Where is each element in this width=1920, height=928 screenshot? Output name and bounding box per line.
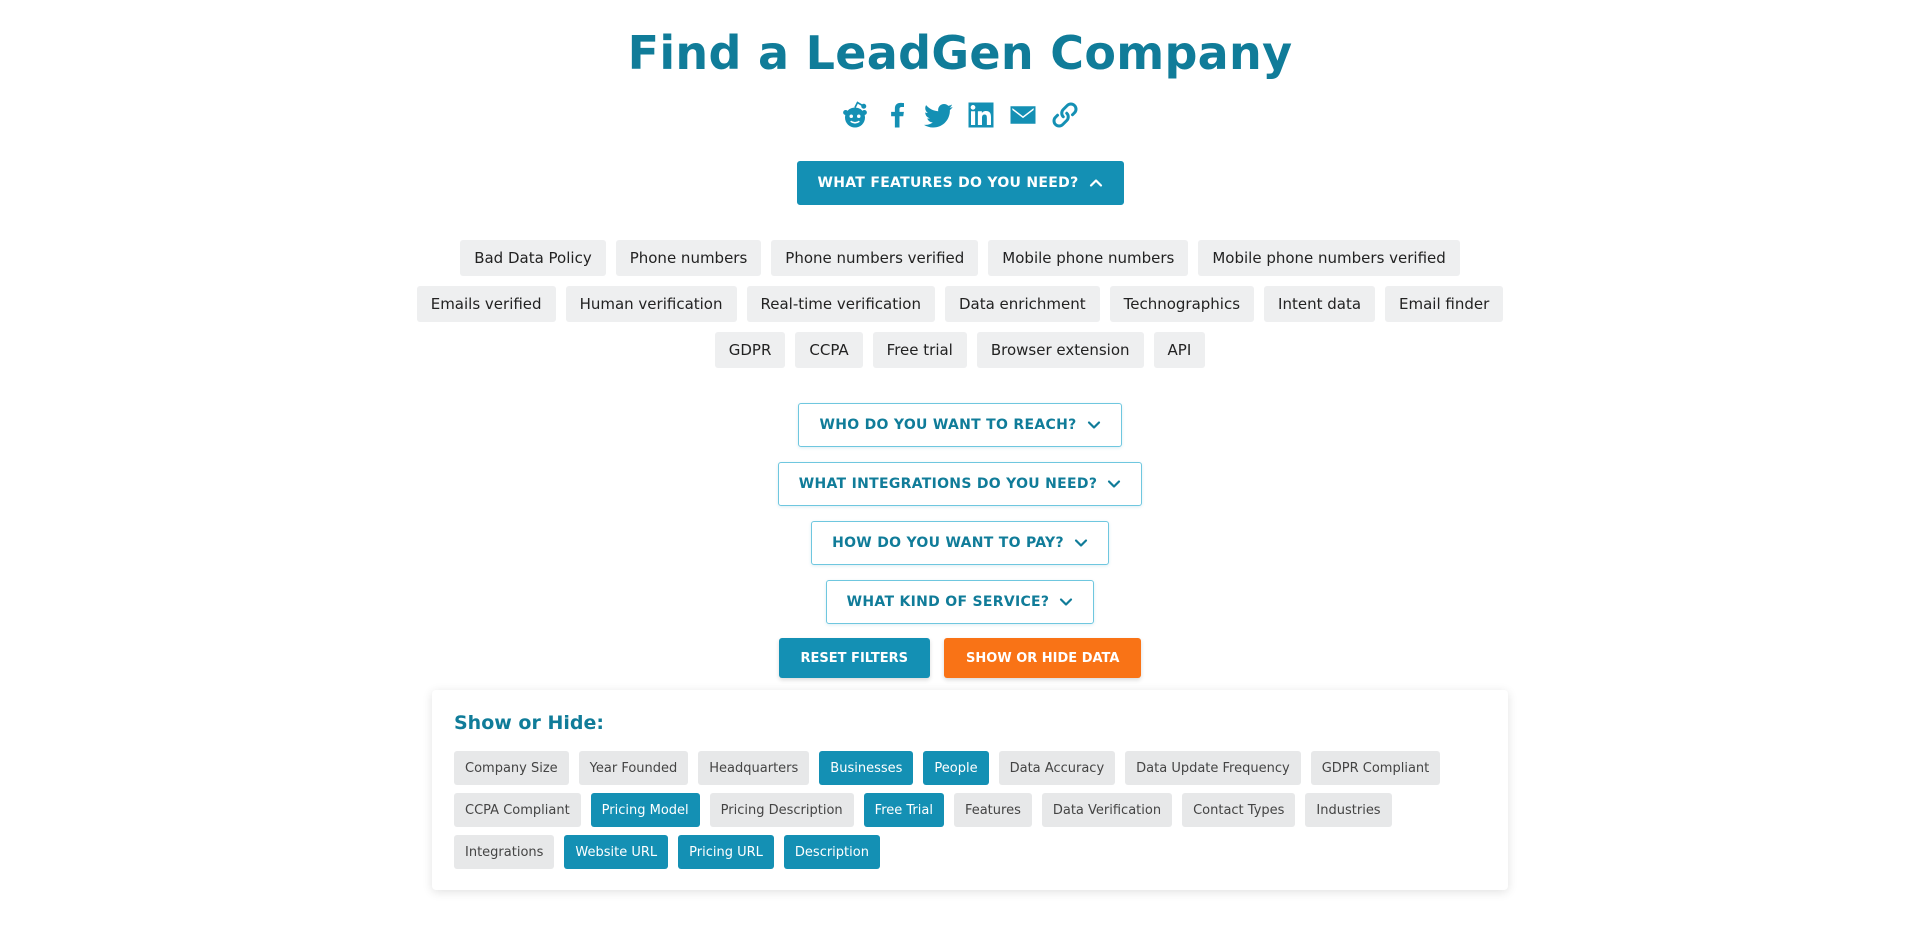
column-toggle-chip[interactable]: Industries (1305, 793, 1392, 827)
twitter-icon[interactable] (924, 100, 954, 130)
column-toggle-chip[interactable]: Data Verification (1041, 793, 1173, 827)
feature-chip[interactable]: Technographics (1109, 286, 1255, 322)
chevron-up-icon (1089, 176, 1103, 190)
feature-chip[interactable]: Phone numbers (615, 240, 762, 276)
show-hide-data-button[interactable]: SHOW OR HIDE DATA (944, 638, 1142, 678)
features-toggle-button[interactable]: WHAT FEATURES DO YOU NEED? (796, 161, 1124, 205)
reach-toggle-button[interactable]: WHO DO YOU WANT TO REACH? (798, 403, 1122, 447)
column-toggle-chip[interactable]: Description (783, 835, 880, 869)
chevron-down-icon (1087, 418, 1101, 432)
service-toggle-label: WHAT KIND OF SERVICE? (846, 594, 1050, 610)
column-toggle-chip[interactable]: Features (953, 793, 1032, 827)
chevron-down-icon (1074, 536, 1088, 550)
feature-chip-row: GDPR CCPA Free trial Browser extension A… (0, 332, 1920, 368)
feature-chip[interactable]: Intent data (1264, 286, 1376, 322)
column-toggle-chip[interactable]: Integrations (454, 835, 555, 869)
pay-toggle-label: HOW DO YOU WANT TO PAY? (832, 535, 1064, 551)
feature-chip[interactable]: Bad Data Policy (460, 240, 606, 276)
feature-chip[interactable]: Mobile phone numbers (988, 240, 1189, 276)
column-toggle-chip[interactable]: Company Size (454, 751, 569, 785)
feature-chip[interactable]: Email finder (1385, 286, 1504, 322)
page-title: Find a LeadGen Company (627, 26, 1293, 80)
column-toggle-chip[interactable]: Pricing Model (590, 793, 700, 827)
reset-filters-button[interactable]: RESET FILTERS (778, 638, 931, 678)
column-toggle-chip[interactable]: Headquarters (698, 751, 810, 785)
column-toggle-chip[interactable]: Businesses (819, 751, 914, 785)
column-chip-list: Company Size Year Founded Headquarters Busi… (454, 751, 1494, 869)
integrations-toggle-label: WHAT INTEGRATIONS DO YOU NEED? (798, 476, 1098, 492)
feature-chip[interactable]: API (1153, 332, 1206, 368)
linkedin-icon[interactable] (966, 100, 996, 130)
service-toggle-button[interactable]: WHAT KIND OF SERVICE? (825, 580, 1095, 624)
column-toggle-chip[interactable]: Data Update Frequency (1125, 751, 1301, 785)
feature-chip[interactable]: Phone numbers verified (771, 240, 979, 276)
column-toggle-chip[interactable]: Data Accuracy (998, 751, 1116, 785)
email-icon[interactable] (1008, 100, 1038, 130)
link-icon[interactable] (1050, 100, 1080, 130)
feature-chip[interactable]: Real-time verification (746, 286, 935, 322)
feature-chip[interactable]: Human verification (565, 286, 737, 322)
feature-chip[interactable]: GDPR (714, 332, 786, 368)
reddit-icon[interactable] (840, 100, 870, 130)
feature-chip-row: Emails verified Human verification Real-… (0, 286, 1920, 322)
feature-chip[interactable]: Data enrichment (944, 286, 1100, 322)
feature-chip[interactable]: Browser extension (976, 332, 1144, 368)
show-hide-panel: Show or Hide: Company Size Year Founded He… (432, 690, 1508, 890)
show-hide-title: Show or Hide: (454, 712, 604, 734)
column-toggle-chip[interactable]: Pricing URL (678, 835, 774, 869)
column-toggle-chip[interactable]: Website URL (564, 835, 669, 869)
column-toggle-chip[interactable]: Pricing Description (709, 793, 854, 827)
column-toggle-chip[interactable]: Contact Types (1182, 793, 1296, 827)
feature-chip[interactable]: Emails verified (416, 286, 556, 322)
column-toggle-chip[interactable]: Year Founded (578, 751, 689, 785)
share-row (0, 100, 1920, 130)
feature-chip-row: Bad Data Policy Phone numbers Phone numb… (0, 240, 1920, 276)
action-row: RESET FILTERS SHOW OR HIDE DATA (0, 638, 1920, 678)
facebook-icon[interactable] (882, 100, 912, 130)
feature-chip[interactable]: Free trial (872, 332, 967, 368)
chevron-down-icon (1059, 595, 1073, 609)
column-toggle-chip[interactable]: People (923, 751, 989, 785)
column-toggle-chip[interactable]: CCPA Compliant (454, 793, 581, 827)
features-toggle-label: WHAT FEATURES DO YOU NEED? (817, 175, 1079, 191)
reach-toggle-label: WHO DO YOU WANT TO REACH? (819, 417, 1077, 433)
chevron-down-icon (1107, 477, 1121, 491)
column-toggle-chip[interactable]: Free Trial (863, 793, 944, 827)
column-toggle-chip[interactable]: GDPR Compliant (1310, 751, 1441, 785)
feature-chip[interactable]: CCPA (795, 332, 863, 368)
integrations-toggle-button[interactable]: WHAT INTEGRATIONS DO YOU NEED? (777, 462, 1143, 506)
pay-toggle-button[interactable]: HOW DO YOU WANT TO PAY? (811, 521, 1109, 565)
feature-chip[interactable]: Mobile phone numbers verified (1198, 240, 1460, 276)
